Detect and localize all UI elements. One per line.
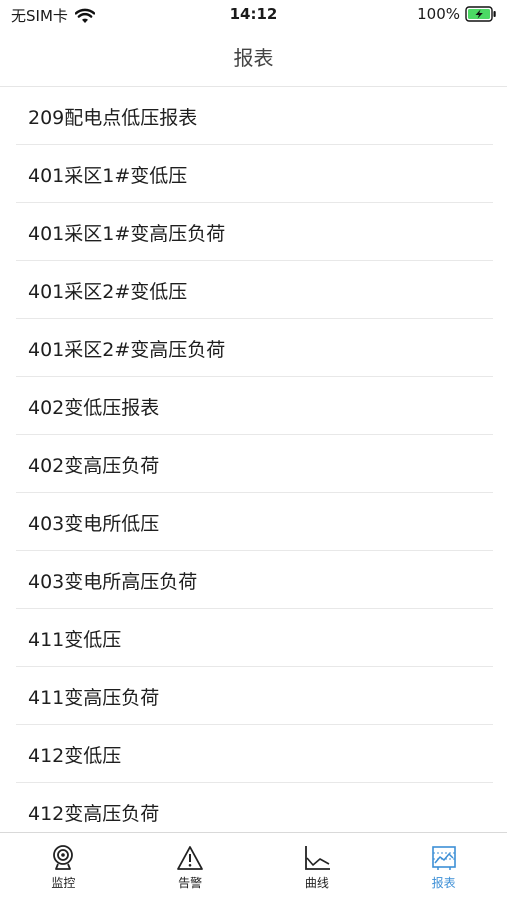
tab-report[interactable]: 报表 xyxy=(380,833,507,900)
list-item[interactable]: 412变低压 xyxy=(0,725,507,783)
camera-icon xyxy=(53,845,74,870)
list-item[interactable]: 402变低压报表 xyxy=(0,377,507,435)
tab-label: 报表 xyxy=(431,876,456,890)
tab-label: 监控 xyxy=(51,876,76,890)
list-item[interactable]: 402变高压负荷 xyxy=(0,435,507,493)
report-icon xyxy=(431,846,456,870)
battery-charging-icon xyxy=(465,6,496,22)
tab-bar: 监控 告警 曲线 报表 xyxy=(0,832,507,900)
battery-percent: 100% xyxy=(417,5,460,23)
nav-bar: 报表 xyxy=(0,30,507,87)
status-bar: 无SIM卡 14:12 100% xyxy=(0,0,507,30)
page-title: 报表 xyxy=(233,46,274,70)
list-item[interactable]: 412变高压负荷 xyxy=(0,783,507,832)
list-item[interactable]: 401采区1#变高压负荷 xyxy=(0,203,507,261)
list-item[interactable]: 401采区2#变低压 xyxy=(0,261,507,319)
list-item[interactable]: 401采区2#变高压负荷 xyxy=(0,319,507,377)
list-item[interactable]: 411变低压 xyxy=(0,609,507,667)
tab-label: 曲线 xyxy=(304,876,329,890)
line-chart-icon xyxy=(304,846,330,870)
list-item[interactable]: 209配电点低压报表 xyxy=(0,87,507,145)
status-right: 100% xyxy=(417,5,497,23)
tab-curve[interactable]: 曲线 xyxy=(254,833,381,900)
list-item[interactable]: 403变电所高压负荷 xyxy=(0,551,507,609)
list-item[interactable]: 401采区1#变低压 xyxy=(0,145,507,203)
list-item[interactable]: 411变高压负荷 xyxy=(0,667,507,725)
tab-label: 告警 xyxy=(178,876,203,890)
app-screen: 无SIM卡 14:12 100% 报表 209配电点低压报表 401采区1#变低… xyxy=(0,0,507,900)
warning-icon xyxy=(177,846,204,870)
list-item[interactable]: 403变电所低压 xyxy=(0,493,507,551)
report-list[interactable]: 209配电点低压报表 401采区1#变低压 401采区1#变高压负荷 401采区… xyxy=(0,87,507,832)
tab-monitor[interactable]: 监控 xyxy=(0,833,127,900)
tab-alarm[interactable]: 告警 xyxy=(127,833,254,900)
